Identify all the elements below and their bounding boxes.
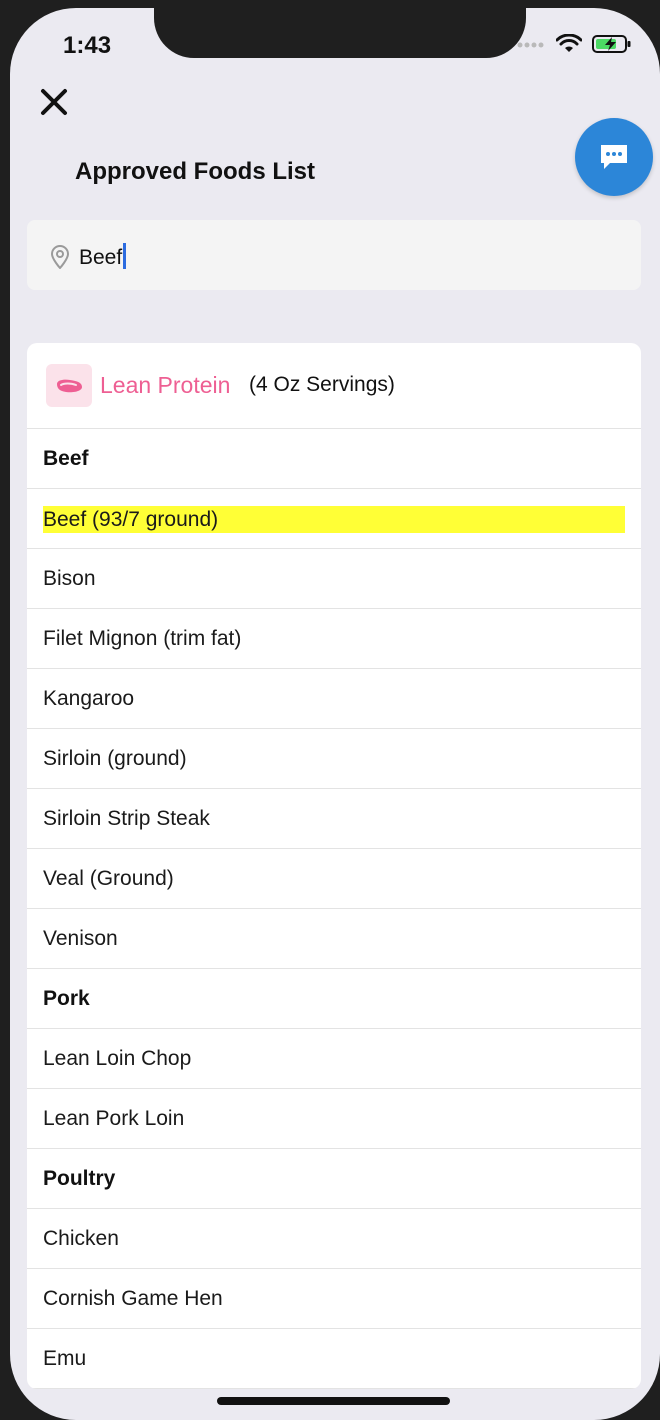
food-category-card: Lean Protein (4 Oz Servings) Beef Beef (9… bbox=[27, 343, 641, 1389]
list-item[interactable]: Emu bbox=[27, 1329, 641, 1389]
food-name: Kangaroo bbox=[43, 687, 135, 710]
steak-icon bbox=[57, 379, 82, 392]
list-item[interactable]: Cornish Game Hen bbox=[27, 1269, 641, 1329]
section-title: Poultry bbox=[43, 1167, 116, 1190]
food-list: Beef Beef (93/7 ground) Bison Filet Mignon … bbox=[27, 429, 641, 1389]
list-item[interactable]: Veal (Ground) bbox=[27, 849, 641, 909]
food-name: Emu bbox=[43, 1347, 87, 1370]
location-pin-icon bbox=[50, 245, 70, 269]
food-name: Cornish Game Hen bbox=[43, 1287, 223, 1310]
list-item[interactable]: Sirloin Strip Steak bbox=[27, 789, 641, 849]
list-section-header: Beef bbox=[27, 429, 641, 489]
close-icon bbox=[41, 89, 67, 115]
food-name: Sirloin Strip Steak bbox=[43, 807, 210, 830]
list-item[interactable]: Chicken bbox=[27, 1209, 641, 1269]
food-name: Venison bbox=[43, 927, 118, 950]
list-item[interactable]: Beef (93/7 ground) bbox=[27, 489, 641, 549]
category-serving: (4 Oz Servings) bbox=[249, 373, 395, 396]
list-item[interactable]: Lean Pork Loin bbox=[27, 1089, 641, 1149]
list-item[interactable]: Filet Mignon (trim fat) bbox=[27, 609, 641, 669]
signal-icon bbox=[517, 42, 544, 48]
search-input[interactable]: Beef bbox=[79, 243, 127, 270]
chat-button[interactable] bbox=[575, 118, 653, 196]
list-item[interactable]: Bison bbox=[27, 549, 641, 609]
section-title: Beef bbox=[43, 447, 89, 470]
list-item[interactable]: Lean Loin Chop bbox=[27, 1029, 641, 1089]
home-indicator bbox=[217, 1397, 450, 1405]
category-name: Lean Protein bbox=[100, 372, 231, 398]
food-name: Bison bbox=[43, 567, 96, 590]
status-icons bbox=[516, 34, 632, 54]
search-value: Beef bbox=[79, 246, 123, 269]
list-item[interactable]: Kangaroo bbox=[27, 669, 641, 729]
list-item[interactable]: Sirloin (ground) bbox=[27, 729, 641, 789]
text-caret bbox=[123, 243, 127, 269]
food-name: Filet Mignon (trim fat) bbox=[43, 627, 242, 650]
list-section-header: Poultry bbox=[27, 1149, 641, 1209]
food-name: Beef (93/7 ground) bbox=[43, 508, 219, 531]
list-item[interactable]: Venison bbox=[27, 909, 641, 969]
battery-charging-icon bbox=[592, 35, 631, 53]
category-icon bbox=[46, 364, 92, 407]
list-section-header: Pork bbox=[27, 969, 641, 1029]
chat-bubble-icon bbox=[601, 145, 627, 169]
food-name: Lean Pork Loin bbox=[43, 1107, 185, 1130]
notch bbox=[154, 8, 526, 58]
page-title: Approved Foods List bbox=[75, 158, 315, 185]
status-time: 1:43 bbox=[63, 32, 112, 59]
food-name: Sirloin (ground) bbox=[43, 747, 187, 770]
food-name: Veal (Ground) bbox=[43, 867, 174, 890]
category-header[interactable]: Lean Protein (4 Oz Servings) bbox=[27, 343, 641, 429]
food-name: Chicken bbox=[43, 1227, 119, 1250]
close-button[interactable] bbox=[34, 82, 74, 122]
food-name: Lean Loin Chop bbox=[43, 1047, 192, 1070]
search-field[interactable]: Beef bbox=[27, 220, 641, 290]
section-title: Pork bbox=[43, 987, 90, 1010]
wifi-icon bbox=[556, 34, 582, 52]
phone-screen: 1:43 Approved Foods List Beef Lean Prote… bbox=[10, 8, 660, 1420]
